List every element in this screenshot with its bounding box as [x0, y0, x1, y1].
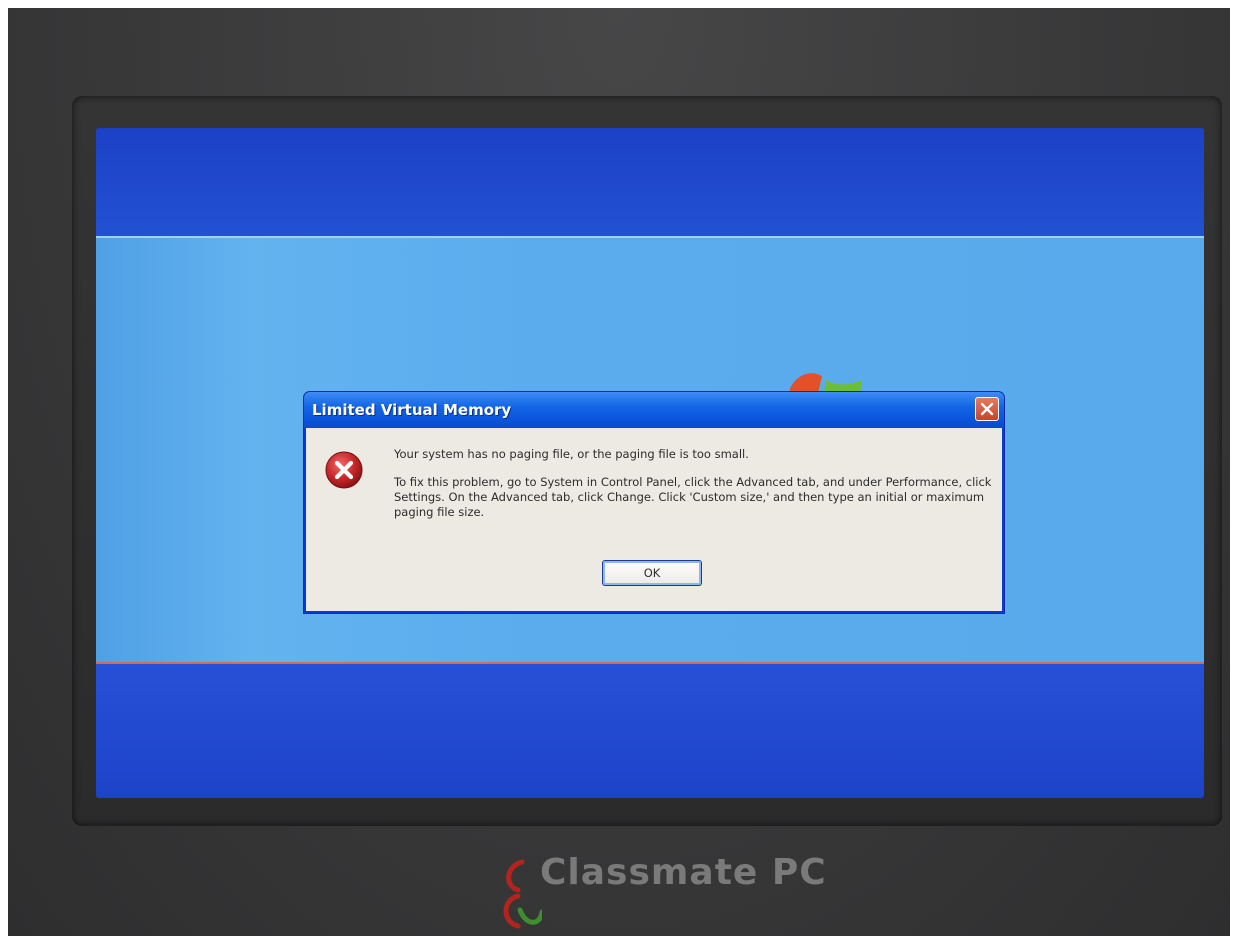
boot-screen-top-band	[96, 128, 1204, 236]
error-dialog: Limited Virtual Memory Your system has n…	[304, 392, 1004, 613]
dialog-message-instructions: To fix this problem, go to System in Con…	[394, 475, 992, 519]
ok-button[interactable]: OK	[602, 560, 702, 586]
close-button[interactable]	[975, 397, 999, 421]
screen: Limited Virtual Memory Your system has n…	[96, 128, 1204, 798]
close-icon	[980, 402, 994, 416]
device-branding: Classmate PC	[492, 846, 832, 936]
dialog-message-primary: Your system has no paging file, or the p…	[394, 447, 749, 461]
photo-background: Limited Virtual Memory Your system has n…	[8, 8, 1230, 936]
error-icon	[325, 451, 363, 489]
dialog-title: Limited Virtual Memory	[312, 401, 512, 419]
brand-name: Classmate PC	[540, 852, 827, 893]
boot-screen-bottom-band	[96, 664, 1204, 798]
classmate-logo-icon	[503, 859, 542, 929]
dialog-title-bar[interactable]: Limited Virtual Memory	[304, 392, 1004, 428]
